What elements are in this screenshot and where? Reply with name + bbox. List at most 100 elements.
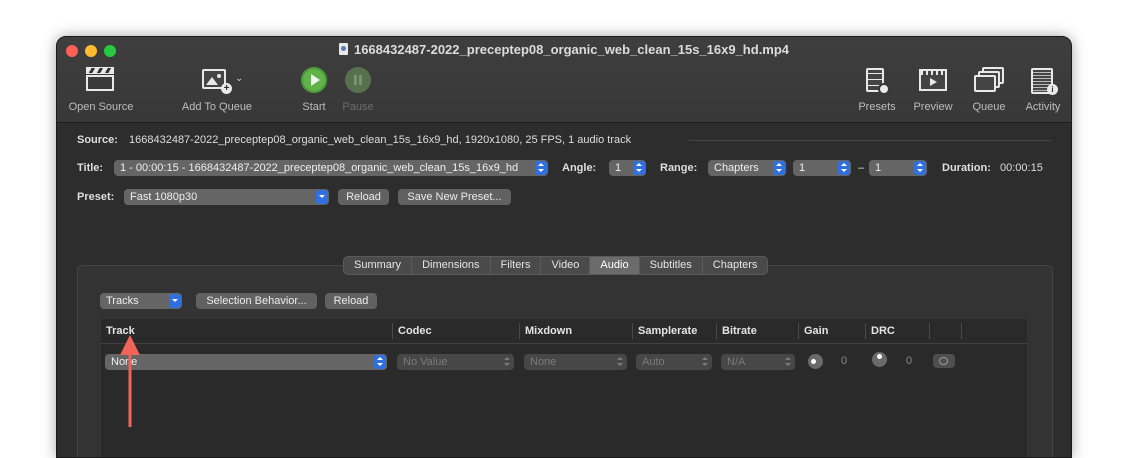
main-content: Source: 1668432487-2022_preceptep08_orga… [57,123,1071,457]
popup-chevron-icon [316,190,328,204]
range-mode-value: Chapters [714,162,759,174]
activity-log-icon: i [1028,67,1058,95]
drc-value: 0 [906,355,913,367]
pause-label: Pause [342,101,374,113]
start-button[interactable]: Start [295,67,333,113]
start-label: Start [302,101,326,113]
column-separator [865,323,866,339]
app-window: 1668432487-2022_preceptep08_organic_web_… [56,36,1072,458]
selection-behavior-button[interactable]: Selection Behavior... [196,293,317,309]
column-separator [392,323,393,339]
column-header-gain: Gain [804,325,829,337]
track-popup[interactable]: None [105,354,387,370]
open-source-label: Open Source [68,101,134,113]
tab-audio[interactable]: Audio [590,257,640,274]
column-separator [519,323,520,339]
more-options-button[interactable] [933,354,955,368]
play-icon [301,67,327,93]
gain-value: 0 [841,355,848,367]
tab-video[interactable]: Video [541,257,591,274]
range-end-popup[interactable]: 1 [869,160,927,176]
preview-button[interactable]: Preview [909,67,957,113]
bitrate-popup[interactable]: N/A [721,354,795,370]
save-new-preset-button[interactable]: Save New Preset... [398,189,511,205]
tab-summary[interactable]: Summary [344,257,413,274]
tab-filters[interactable]: Filters [491,257,542,274]
film-icon [918,67,948,95]
samplerate-popup-value: Auto [642,356,665,368]
range-start-popup[interactable]: 1 [793,160,851,176]
audio-table-header: Track Codec Mixdown Samplerate Bitrate G… [101,319,1027,344]
pause-icon [345,67,371,93]
document-icon [338,43,348,55]
chevron-down-icon[interactable]: ⌄ [235,73,243,84]
activity-button[interactable]: i Activity [1019,67,1067,113]
preset-label: Preset: [77,191,115,203]
preset-popup[interactable]: Fast 1080p30 [124,189,329,205]
mixdown-popup-value: None [530,356,557,368]
range-label: Range: [660,162,698,174]
bitrate-popup-value: N/A [727,356,746,368]
source-label: Source: [77,134,118,146]
add-photo-icon: + [202,67,232,95]
column-separator [716,323,717,339]
codec-popup-value: No Value [403,356,448,368]
popup-arrows-icon [699,355,711,369]
pause-button[interactable]: Pause [339,67,377,113]
queue-stack-icon [974,67,1004,95]
tab-subtitles[interactable]: Subtitles [640,257,703,274]
range-end-value: 1 [875,162,882,174]
popup-arrows-icon [535,161,547,175]
column-separator [632,323,633,339]
queue-button[interactable]: Queue [965,67,1013,113]
toolbar: 1668432487-2022_preceptep08_organic_web_… [57,37,1071,123]
popup-arrows-icon [501,355,513,369]
column-separator [798,323,799,339]
title-popup-value: 1 - 00:00:15 - 1668432487-2022_preceptep… [120,162,519,174]
audio-reload-button[interactable]: Reload [325,293,377,309]
clapperboard-icon [86,67,116,95]
preset-popup-value: Fast 1080p30 [130,191,198,203]
preview-label: Preview [913,101,953,113]
column-header-codec: Codec [398,325,432,337]
popup-arrows-icon [773,161,785,175]
samplerate-popup[interactable]: Auto [636,354,712,370]
title-popup[interactable]: 1 - 00:00:15 - 1668432487-2022_preceptep… [114,160,548,176]
annotation-arrow-icon [120,335,140,427]
column-header-bitrate: Bitrate [722,325,757,337]
mixdown-popup[interactable]: None [524,354,627,370]
popup-arrows-icon [782,355,794,369]
queue-label: Queue [972,101,1006,113]
column-header-samplerate: Samplerate [638,325,698,337]
tracks-popup-value: Tracks [106,295,139,307]
open-source-button[interactable]: Open Source [63,67,139,113]
tab-dimensions[interactable]: Dimensions [412,257,491,274]
duration-value: 00:00:15 [1000,162,1043,174]
tracks-popup[interactable]: Tracks [100,293,182,309]
popup-arrows-icon [838,161,850,175]
popup-arrows-icon [374,355,386,369]
drc-knob[interactable] [872,352,887,367]
duration-label: Duration: [942,162,991,174]
angle-popup[interactable]: 1 [609,160,646,176]
presets-label: Presets [858,101,896,113]
track-popup-value: None [111,356,138,368]
range-start-value: 1 [799,162,806,174]
presets-gear-icon [862,67,892,95]
range-dash: – [858,162,865,174]
codec-popup[interactable]: No Value [397,354,514,370]
column-separator [961,323,962,339]
window-title: 1668432487-2022_preceptep08_organic_web_… [57,42,1071,57]
add-to-queue-button[interactable]: + Add To Queue [175,67,259,113]
window-title-text: 1668432487-2022_preceptep08_organic_web_… [353,42,790,57]
title-label: Title: [77,162,104,174]
gain-knob[interactable] [808,354,823,369]
presets-button[interactable]: Presets [853,67,901,113]
source-divider [689,140,1051,141]
column-header-mixdown: Mixdown [525,325,573,337]
activity-label: Activity [1025,101,1061,113]
preset-reload-button[interactable]: Reload [338,189,389,205]
angle-popup-value: 1 [615,162,622,174]
tab-chapters[interactable]: Chapters [703,257,768,274]
range-mode-popup[interactable]: Chapters [708,160,786,176]
